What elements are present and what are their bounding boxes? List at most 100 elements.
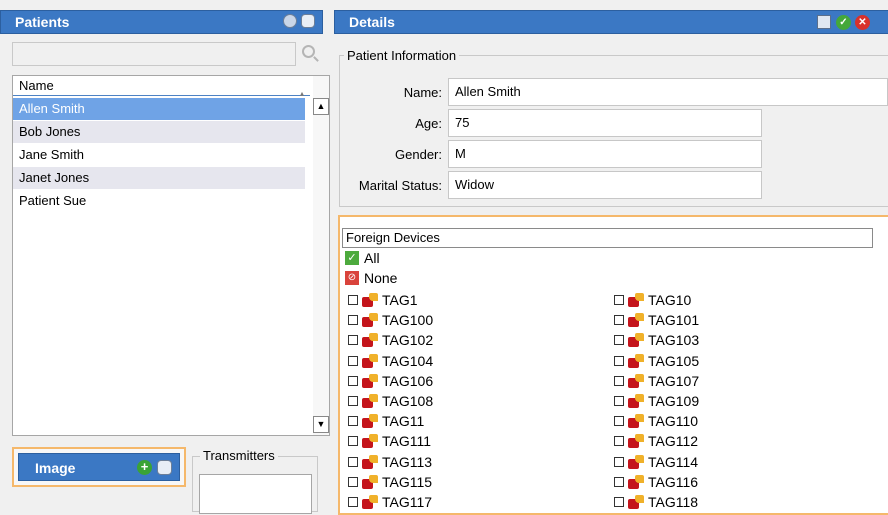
age-field[interactable]: 75	[448, 109, 762, 137]
device-tag-label[interactable]: TAG11	[382, 413, 424, 429]
tag-icon	[362, 414, 378, 428]
tag-icon	[362, 354, 378, 368]
add-icon[interactable]: +	[137, 460, 152, 475]
device-checkbox[interactable]	[348, 477, 358, 487]
device-checkbox[interactable]	[348, 356, 358, 366]
device-tag-label[interactable]: TAG108	[382, 393, 433, 409]
patients-panel-header: Patients	[0, 10, 323, 34]
image-panel-header: Image +	[18, 453, 180, 481]
name-label: Name:	[403, 85, 442, 100]
device-checkbox[interactable]	[614, 315, 624, 325]
patient-search-input[interactable]	[12, 42, 296, 66]
none-label[interactable]: None	[364, 270, 397, 286]
device-checkbox[interactable]	[348, 457, 358, 467]
print-icon[interactable]	[301, 14, 315, 28]
tag-icon	[628, 495, 644, 509]
device-tag-label[interactable]: TAG103	[648, 332, 699, 348]
device-tag-label[interactable]: TAG10	[648, 292, 691, 308]
tag-icon	[628, 313, 644, 327]
column-header-name[interactable]: Name ▴	[13, 76, 310, 98]
device-tag-label[interactable]: TAG106	[382, 373, 433, 389]
device-tag-label[interactable]: TAG117	[382, 494, 432, 510]
tag-icon	[628, 475, 644, 489]
marital-status-field[interactable]: Widow	[448, 171, 762, 199]
transmitters-list[interactable]	[199, 474, 312, 514]
settings-icon[interactable]	[283, 14, 297, 28]
patient-info-legend: Patient Information	[344, 48, 460, 63]
all-label[interactable]: All	[364, 250, 380, 266]
list-item[interactable]: Janet Jones	[13, 167, 305, 189]
device-checkbox[interactable]	[614, 416, 624, 426]
tag-icon	[628, 434, 644, 448]
device-checkbox[interactable]	[614, 477, 624, 487]
device-tag-label[interactable]: TAG115	[382, 474, 432, 490]
device-checkbox[interactable]	[614, 396, 624, 406]
device-checkbox[interactable]	[614, 335, 624, 345]
device-checkbox[interactable]	[348, 335, 358, 345]
device-checkbox[interactable]	[348, 295, 358, 305]
device-checkbox[interactable]	[614, 376, 624, 386]
device-tag-label[interactable]: TAG107	[648, 373, 699, 389]
device-tag-label[interactable]: TAG112	[648, 433, 698, 449]
name-field[interactable]: Allen Smith	[448, 78, 888, 106]
details-panel-header: Details ✓ ✕	[334, 10, 888, 34]
tag-icon	[362, 333, 378, 347]
tag-icon	[628, 374, 644, 388]
tag-icon	[628, 293, 644, 307]
scroll-up-button[interactable]: ▲	[313, 98, 329, 115]
device-checkbox[interactable]	[614, 436, 624, 446]
none-icon[interactable]: ⊘	[345, 271, 359, 285]
device-tag-label[interactable]: TAG101	[648, 312, 699, 328]
scrollbar[interactable]: ▲ ▼	[313, 76, 329, 435]
patient-list[interactable]: Name ▴ Allen Smith Bob Jones Jane Smith …	[12, 75, 330, 436]
tag-icon	[362, 475, 378, 489]
image-panel: Image +	[12, 447, 186, 487]
close-icon[interactable]: ✕	[855, 15, 870, 30]
search-icon-handle	[313, 56, 319, 62]
image-title: Image	[35, 460, 76, 476]
list-item[interactable]: Jane Smith	[13, 144, 305, 166]
device-checkbox[interactable]	[348, 315, 358, 325]
device-checkbox[interactable]	[348, 376, 358, 386]
tag-icon	[362, 394, 378, 408]
device-checkbox[interactable]	[614, 295, 624, 305]
age-label: Age:	[415, 116, 442, 131]
gender-label: Gender:	[395, 147, 442, 162]
device-checkbox[interactable]	[348, 436, 358, 446]
device-tag-label[interactable]: TAG104	[382, 353, 433, 369]
device-tag-label[interactable]: TAG114	[648, 454, 698, 470]
device-tag-label[interactable]: TAG111	[382, 433, 431, 449]
list-item[interactable]: Bob Jones	[13, 121, 305, 143]
confirm-icon[interactable]: ✓	[836, 15, 851, 30]
device-checkbox[interactable]	[348, 416, 358, 426]
gender-field[interactable]: M	[448, 140, 762, 168]
list-item[interactable]: Allen Smith	[13, 98, 305, 120]
device-checkbox[interactable]	[348, 396, 358, 406]
scroll-down-button[interactable]: ▼	[313, 416, 329, 433]
details-title: Details	[349, 14, 395, 30]
list-item[interactable]: Patient Sue	[13, 190, 305, 212]
device-tag-label[interactable]: TAG118	[648, 494, 698, 510]
tag-icon	[628, 333, 644, 347]
tag-icon	[628, 455, 644, 469]
save-icon[interactable]	[817, 15, 831, 29]
device-tag-label[interactable]: TAG100	[382, 312, 433, 328]
device-tag-label[interactable]: TAG116	[648, 474, 698, 490]
device-tag-label[interactable]: TAG110	[648, 413, 698, 429]
device-checkbox[interactable]	[614, 356, 624, 366]
tag-icon	[628, 414, 644, 428]
tag-icon	[628, 394, 644, 408]
device-checkbox[interactable]	[614, 457, 624, 467]
device-tag-label[interactable]: TAG102	[382, 332, 433, 348]
device-tag-label[interactable]: TAG109	[648, 393, 699, 409]
tag-icon	[362, 495, 378, 509]
device-tag-label[interactable]: TAG1	[382, 292, 418, 308]
tag-icon	[628, 354, 644, 368]
print-icon[interactable]	[157, 460, 172, 475]
devices-header: Foreign Devices	[342, 228, 873, 248]
marital-status-label: Marital Status:	[358, 178, 442, 193]
tag-icon	[362, 374, 378, 388]
device-tag-label[interactable]: TAG105	[648, 353, 699, 369]
device-tag-label[interactable]: TAG113	[382, 454, 432, 470]
all-check-icon[interactable]: ✓	[345, 251, 359, 265]
